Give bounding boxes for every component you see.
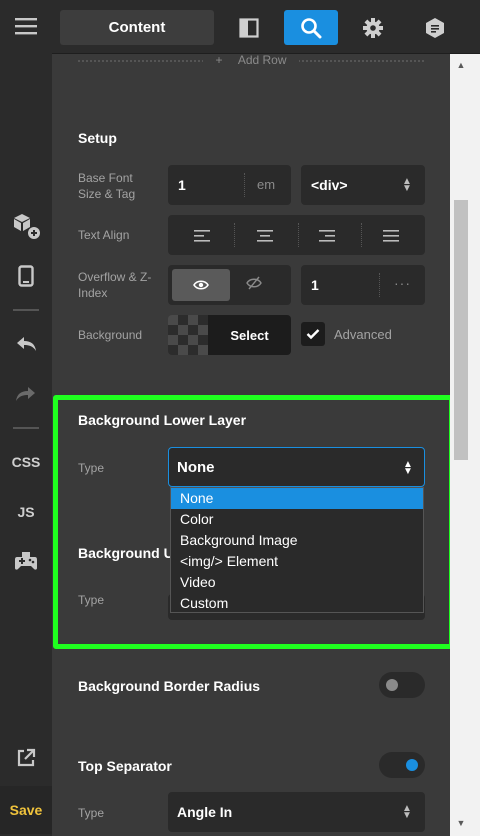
setup-title: Setup: [78, 130, 117, 146]
align-left-icon[interactable]: [194, 229, 210, 247]
check-icon: [306, 329, 320, 340]
rail-divider: [13, 309, 39, 311]
js-label: JS: [17, 504, 35, 520]
text-align-label: Text Align: [78, 228, 130, 242]
overflow-label: Overflow & Z-Index: [78, 270, 152, 300]
mobile-device-icon[interactable]: [0, 256, 52, 296]
advanced-checkbox[interactable]: [301, 322, 325, 346]
gear-icon[interactable]: [346, 10, 400, 45]
separator-type-label: Type: [78, 806, 105, 820]
font-size-field[interactable]: 1 em: [168, 165, 291, 205]
save-button[interactable]: Save: [0, 786, 52, 834]
separator-type-select[interactable]: Angle In ▲ ▼: [168, 792, 425, 832]
font-size-value: 1: [178, 177, 186, 193]
tab-content[interactable]: Content: [60, 10, 214, 45]
separator-type-value: Angle In: [177, 804, 233, 820]
highlight-frame: [53, 395, 454, 649]
base-font-label: Base Font Size & Tag: [78, 171, 136, 201]
toggle-knob: [406, 759, 418, 771]
rail-divider: [13, 427, 39, 429]
advanced-label: Advanced: [334, 327, 392, 342]
tag-select[interactable]: <div> ▲ ▼: [301, 165, 425, 205]
plus-icon: +: [209, 54, 232, 67]
gamepad-icon[interactable]: [0, 541, 52, 581]
align-justify-icon[interactable]: [383, 229, 399, 247]
css-label: CSS: [11, 454, 41, 470]
top-separator-toggle[interactable]: [379, 752, 425, 778]
shield-icon[interactable]: [408, 10, 462, 45]
cubes-add-icon[interactable]: [0, 206, 52, 246]
hamburger-icon[interactable]: [0, 6, 52, 46]
js-button[interactable]: JS: [0, 492, 52, 532]
more-options-icon[interactable]: ···: [394, 275, 411, 291]
overflow-toggle-group: [168, 265, 291, 305]
search-icon[interactable]: [284, 10, 338, 45]
top-separator-title: Top Separator: [78, 758, 172, 774]
chevron-updown-icon: ▲ ▼: [402, 803, 412, 821]
background-label: Background: [78, 328, 143, 342]
align-center-icon[interactable]: [257, 229, 273, 247]
scrollbar-thumb[interactable]: [454, 200, 468, 460]
z-index-value: 1: [311, 277, 319, 293]
background-preview[interactable]: [168, 315, 208, 355]
border-radius-toggle[interactable]: [379, 672, 425, 698]
add-row-button[interactable]: + Add Row: [78, 54, 424, 74]
left-rail: CSS JS Save: [0, 0, 52, 836]
top-bar: Content: [52, 0, 480, 54]
text-align-group: [168, 215, 425, 255]
align-right-icon[interactable]: [319, 229, 335, 247]
add-row-label: Add Row: [231, 54, 293, 67]
external-link-icon[interactable]: [0, 738, 52, 778]
undo-icon[interactable]: [0, 324, 52, 364]
font-size-unit[interactable]: em: [257, 177, 275, 192]
select-background-button[interactable]: Select: [208, 315, 291, 355]
tag-value: <div>: [311, 177, 348, 193]
z-index-field[interactable]: 1 ···: [301, 265, 425, 305]
layout-panel-icon[interactable]: [222, 10, 276, 45]
border-radius-title: Background Border Radius: [78, 678, 261, 694]
eye-slash-icon[interactable]: [246, 275, 262, 296]
redo-icon[interactable]: [0, 374, 52, 414]
css-button[interactable]: CSS: [0, 442, 52, 482]
eye-icon[interactable]: [172, 269, 230, 301]
scroll-up-icon[interactable]: ▲: [454, 60, 468, 70]
toggle-knob: [386, 679, 398, 691]
chevron-updown-icon: ▲ ▼: [402, 176, 412, 194]
scroll-down-icon[interactable]: ▼: [454, 818, 468, 828]
